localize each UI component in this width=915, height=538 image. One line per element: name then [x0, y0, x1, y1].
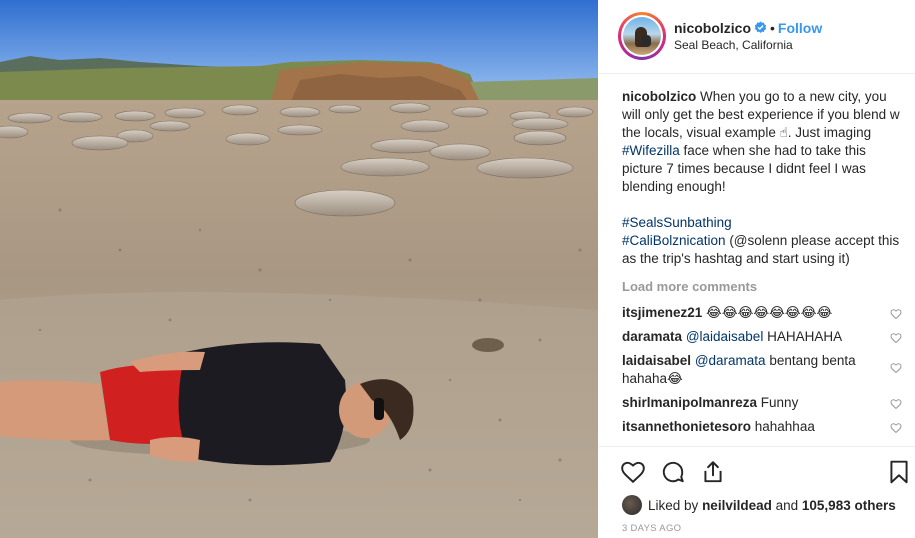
comment-username[interactable]: shirlmanipolmanreza [622, 395, 757, 410]
verified-badge-icon [754, 21, 767, 33]
heart-icon[interactable] [890, 332, 902, 344]
username-row: nicobolzico • Follow [674, 20, 822, 36]
liker-avatar[interactable] [622, 495, 642, 515]
follow-button[interactable]: Follow [778, 20, 822, 36]
heart-icon[interactable] [620, 459, 646, 485]
comment-username[interactable]: itsannethonietesoro [622, 419, 751, 434]
hashtag-sealssunbathing[interactable]: #SealsSunbathing [622, 215, 732, 230]
heart-icon[interactable] [890, 362, 902, 374]
post-header: nicobolzico • Follow Seal Beach, Californi… [598, 0, 915, 74]
likes-summary: Liked by neilvildead and 105,983 others [622, 495, 896, 515]
post-caption: nicobolzico When you go to a new city, y… [622, 88, 904, 268]
caption-username[interactable]: nicobolzico [622, 89, 696, 104]
hashtag-calibolznication[interactable]: #CaliBolznication [622, 233, 726, 248]
comment-text: Funny [757, 395, 799, 410]
post-actions: Liked by neilvildead and 105,983 others … [598, 446, 915, 538]
location-link[interactable]: Seal Beach, California [674, 38, 793, 52]
comment-item: itsjimenez21 😂😂😂😂😂😂😂😂 [622, 304, 904, 322]
heart-icon[interactable] [890, 308, 902, 320]
heart-icon[interactable] [890, 398, 902, 410]
comment-item: laidaisabel @daramata bentang benta haha… [622, 352, 904, 388]
liker-username[interactable]: neilvildead [702, 498, 772, 513]
comment-text: hahahhaa [751, 419, 815, 434]
bookmark-icon[interactable] [886, 459, 912, 485]
post-timestamp[interactable]: 3 DAYS AGO [622, 523, 681, 534]
comment-item: shirlmanipolmanreza Funny [622, 394, 904, 412]
comment-username[interactable]: laidaisabel [622, 353, 691, 368]
comment-text: 😂😂😂😂😂😂😂😂 [702, 305, 833, 320]
username-link[interactable]: nicobolzico [674, 20, 751, 36]
liked-by-middle: and [775, 497, 799, 513]
likes-count-link[interactable]: 105,983 others [802, 498, 896, 513]
separator-dot: • [770, 20, 775, 36]
post-sidebar: nicobolzico • Follow Seal Beach, Californi… [598, 0, 915, 538]
comments-list[interactable]: nicobolzico When you go to a new city, y… [622, 88, 904, 442]
hashtag-wifezilla[interactable]: #Wifezilla [622, 143, 680, 158]
comment-username[interactable]: daramata [622, 329, 682, 344]
beach-seals-photo [0, 0, 598, 538]
liked-by-prefix: Liked by [648, 497, 699, 513]
avatar[interactable] [618, 12, 666, 60]
comment-mention[interactable]: @laidaisabel [686, 329, 764, 344]
comment-item: daramata @laidaisabel HAHAHAHA [622, 328, 904, 346]
post-photo[interactable] [0, 0, 598, 538]
heart-icon[interactable] [890, 422, 902, 434]
comment-mention[interactable]: @daramata [695, 353, 766, 368]
comment-item: itsannethonietesoro hahahhaa [622, 418, 904, 436]
share-icon[interactable] [700, 459, 726, 485]
comment-text: HAHAHAHA [763, 329, 843, 344]
comment-username[interactable]: itsjimenez21 [622, 305, 702, 320]
comment-icon[interactable] [660, 459, 686, 485]
load-more-comments-button[interactable]: Load more comments [622, 278, 904, 296]
